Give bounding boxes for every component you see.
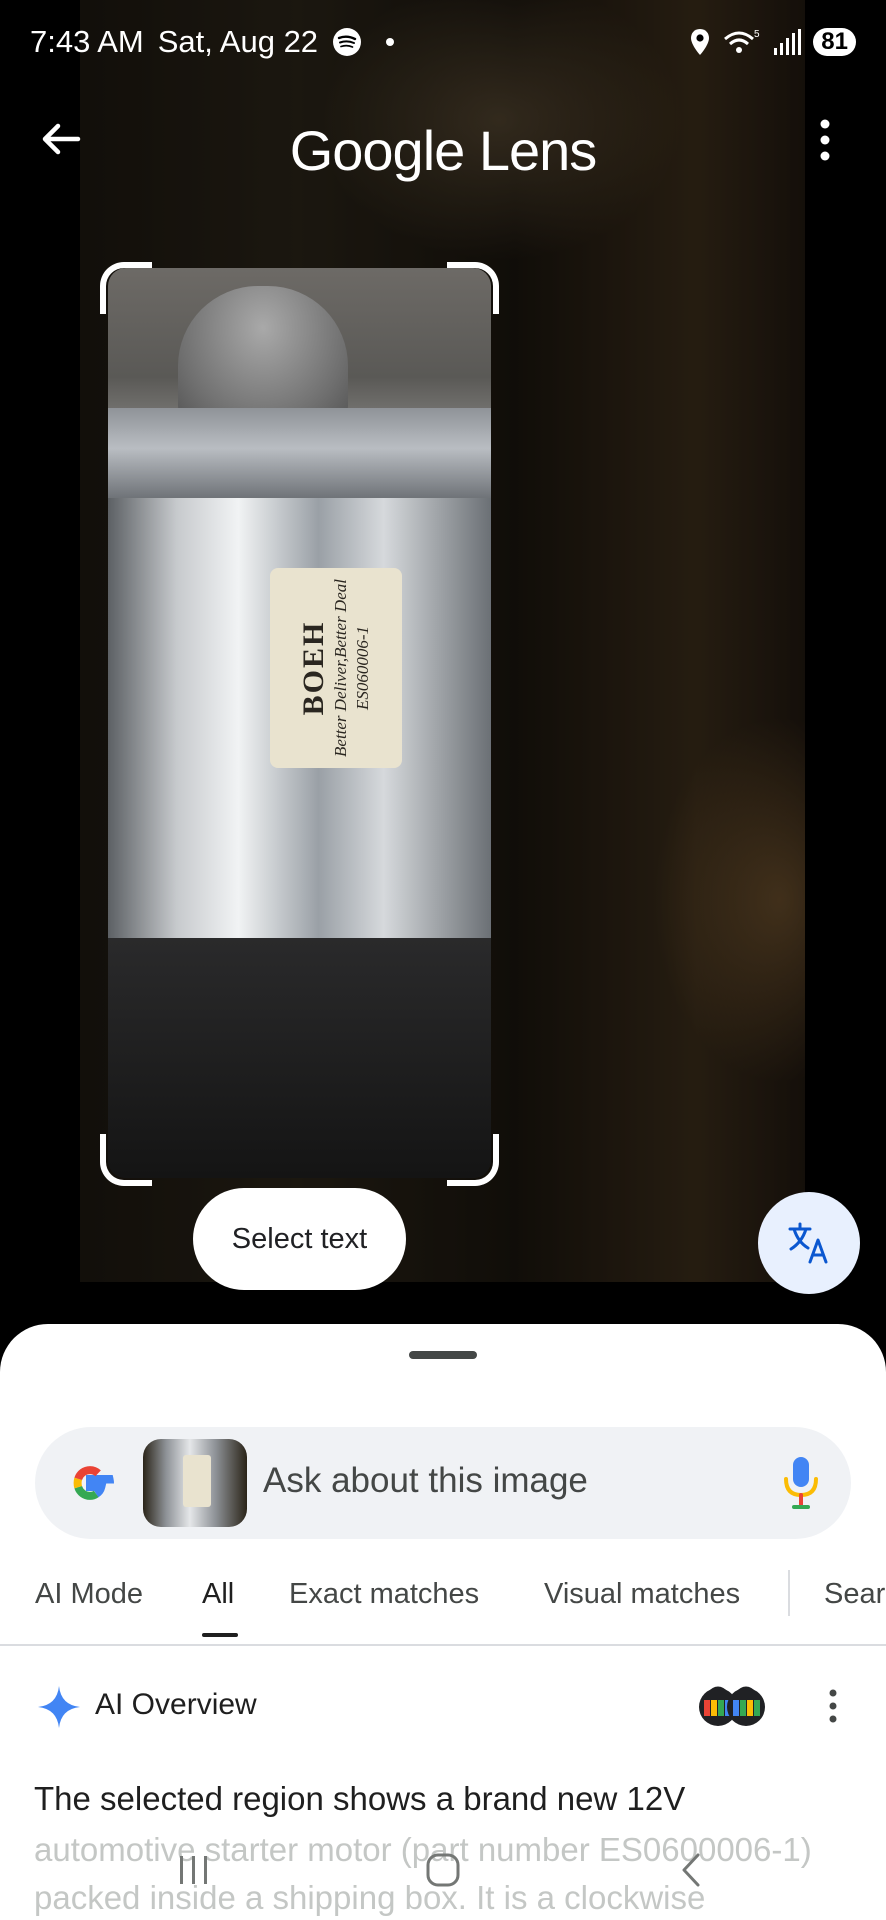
sources-icon[interactable] xyxy=(696,1682,776,1728)
tab-ai-mode[interactable]: AI Mode xyxy=(35,1578,143,1611)
status-time: 7:43 AM xyxy=(30,24,144,59)
select-text-button[interactable]: Select text xyxy=(193,1188,406,1290)
crop-handle-bottom-right[interactable] xyxy=(447,1134,499,1186)
crop-handle-top-left[interactable] xyxy=(100,262,152,314)
location-icon xyxy=(691,29,710,55)
label-brand: BOEH xyxy=(297,620,330,716)
nav-back-icon[interactable] xyxy=(672,1850,712,1890)
spotify-icon xyxy=(333,28,362,56)
search-bar[interactable]: Ask about this image xyxy=(35,1427,851,1539)
tab-search[interactable]: Sear xyxy=(824,1578,885,1611)
ai-overview-text: The selected region shows a brand new 12… xyxy=(34,1780,686,1817)
product-label: BOEH Better Deliver,Better Deal ES060006… xyxy=(270,568,402,768)
system-nav-bar xyxy=(0,1826,886,1920)
tab-exact-matches[interactable]: Exact matches xyxy=(289,1578,479,1611)
ai-overview-header: AI Overview xyxy=(0,1664,886,1744)
translate-icon xyxy=(788,1222,828,1264)
ai-overview-title: AI Overview xyxy=(95,1688,257,1721)
selected-region[interactable]: BOEH Better Deliver,Better Deal ES060006… xyxy=(108,268,491,1178)
wifi-icon: 5 xyxy=(724,29,760,53)
home-icon[interactable] xyxy=(423,1850,463,1890)
active-tab-indicator xyxy=(202,1633,238,1637)
battery-icon: 81 xyxy=(813,28,856,56)
motor-flange xyxy=(108,408,491,498)
signal-icon xyxy=(774,29,802,55)
lens-screen: BOEH Better Deliver,Better Deal ES060006… xyxy=(0,0,886,1920)
label-tagline: Better Deliver,Better Deal xyxy=(331,579,350,757)
crop-handle-bottom-left[interactable] xyxy=(100,1134,152,1186)
svg-text:5: 5 xyxy=(754,29,760,40)
status-bar: 7:43 AM Sat, Aug 22 5 81 xyxy=(0,0,886,84)
more-options-icon[interactable] xyxy=(810,118,840,162)
ai-more-options-icon[interactable] xyxy=(824,1688,842,1724)
google-g-icon xyxy=(73,1466,114,1500)
thumbnail-label xyxy=(183,1455,211,1507)
tab-all[interactable]: All xyxy=(202,1578,234,1611)
status-date: Sat, Aug 22 xyxy=(157,24,319,59)
app-bar: Google Lens xyxy=(0,100,886,200)
sheet-drag-handle[interactable] xyxy=(409,1351,477,1359)
app-title: Google Lens xyxy=(289,119,598,182)
recents-icon[interactable] xyxy=(174,1850,214,1890)
translate-button[interactable] xyxy=(758,1192,860,1294)
motor-cap xyxy=(178,286,348,426)
microphone-icon[interactable] xyxy=(779,1453,823,1513)
label-part-number: ES060006-1 xyxy=(353,625,372,711)
tab-visual-matches[interactable]: Visual matches xyxy=(544,1578,740,1611)
results-tabs: AI Mode All Exact matches Visual matches… xyxy=(0,1556,886,1646)
motor-terminals xyxy=(108,938,491,1178)
image-thumbnail[interactable] xyxy=(143,1439,247,1527)
search-input[interactable]: Ask about this image xyxy=(263,1461,588,1501)
ai-sparkle-icon xyxy=(38,1686,80,1728)
crop-handle-top-right[interactable] xyxy=(447,262,499,314)
notification-dot-icon xyxy=(386,38,395,46)
tab-divider xyxy=(788,1570,790,1616)
